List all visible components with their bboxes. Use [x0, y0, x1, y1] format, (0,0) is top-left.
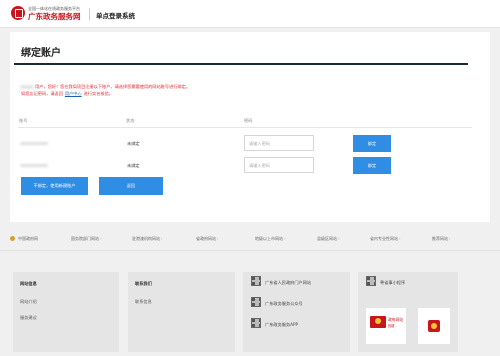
table-header-divider: [18, 127, 472, 128]
masked-account: [20, 164, 48, 167]
column-header-password: 密码: [244, 118, 253, 123]
qr-code-icon: [366, 276, 376, 286]
row-status: 未绑定: [127, 163, 140, 168]
mini-program-label[interactable]: 粤省事小程序: [380, 280, 405, 286]
site-intro-link[interactable]: 网站介绍: [20, 299, 37, 305]
gov-link-item[interactable]: 县级区网站›: [317, 236, 340, 242]
bind-account-card: 绑定账户 用户，您好！您在我局项目注册以下账户，请选择您需要使用的网站账号进行绑…: [10, 32, 490, 222]
party-emblem-icon: [428, 320, 440, 332]
password-input[interactable]: [244, 135, 314, 151]
title-underline: [14, 63, 468, 65]
gov-link-item[interactable]: 推荐网站›: [432, 236, 451, 242]
gov-link-item[interactable]: 驻港澳机构网站›: [132, 236, 163, 242]
gov-link-item[interactable]: 地级以上市网站›: [255, 236, 286, 242]
contact-heading: 联系我们: [135, 281, 152, 286]
footer-contact: 联系我们 联系信息: [128, 272, 235, 352]
app-qr-label[interactable]: 广东政务服务APP: [265, 322, 298, 328]
qr-code-icon: [251, 297, 261, 307]
linkbar-divider: [0, 250, 500, 251]
gov-link-item[interactable]: 省内专业性网站›: [370, 236, 401, 242]
qr-code-icon: [251, 276, 261, 286]
row-status: 未绑定: [127, 141, 140, 146]
national-emblem-icon: [10, 236, 15, 241]
site-info-heading: 网站信息: [20, 281, 37, 286]
gov-link-item[interactable]: 省政府网站›: [196, 236, 219, 242]
notice-suffix: 进行实名核验。: [83, 91, 113, 96]
bind-button[interactable]: 绑定: [353, 157, 391, 174]
site-header: 全国一体化在线政务服务平台 广东政务服务网 单点登录系统: [0, 0, 500, 28]
feedback-link[interactable]: 服务建议: [20, 315, 37, 321]
system-title: 单点登录系统: [96, 12, 135, 20]
gov-badge-icon: [370, 316, 386, 328]
masked-username: [20, 85, 34, 89]
back-button[interactable]: 返回: [99, 177, 163, 195]
column-header-account: 账号: [19, 118, 28, 123]
gov-site-error-badge[interactable]: 政府网站 找错: [366, 308, 406, 344]
gov-portal-qr-label[interactable]: 广东省人民政府门户网站: [265, 280, 311, 286]
footer-qr-links: 广东省人民政府门户网站 广东政务服务公众号 广东政务服务APP: [243, 272, 350, 352]
gov-link-item[interactable]: 中国政府网: [18, 236, 38, 242]
gov-link-bar: 中国政府网 国务院部门网站› 驻港澳机构网站› 省政府网站› 地级以上市网站› …: [0, 232, 500, 246]
notice-prefix: 如您忘记密码，请返回: [21, 91, 63, 96]
use-new-account-button[interactable]: 不绑定，使用新建账户: [21, 177, 88, 195]
party-badge[interactable]: [418, 308, 450, 344]
notice-text-2: 如您忘记密码，请返回 用户中心 进行实名核验。: [21, 91, 113, 97]
column-header-status: 状态: [126, 118, 135, 123]
password-input[interactable]: [244, 157, 314, 173]
footer-mini-program: 粤省事小程序 政府网站 找错: [358, 272, 458, 352]
wechat-account-qr-label[interactable]: 广东政务服务公众号: [265, 301, 303, 307]
page-title: 绑定账户: [21, 48, 61, 59]
footer-site-info: 网站信息 网站介绍 服务建议: [13, 272, 119, 352]
gov-link-item[interactable]: 国务院部门网站›: [71, 236, 102, 242]
brand-logo-icon[interactable]: [11, 6, 25, 20]
user-center-link[interactable]: 用户中心: [65, 91, 82, 96]
qr-code-icon: [251, 318, 261, 328]
gov-badge-sub: 找错: [388, 324, 395, 328]
masked-account: [20, 142, 48, 145]
bind-button[interactable]: 绑定: [353, 135, 391, 152]
contact-info-link[interactable]: 联系信息: [135, 299, 152, 305]
notice-text: 用户，您好！您在我局项目注册以下账户，请选择您需要使用的网站账号进行绑定。: [35, 84, 190, 89]
header-divider: [89, 8, 90, 20]
brand-name[interactable]: 广东政务服务网: [28, 11, 81, 22]
